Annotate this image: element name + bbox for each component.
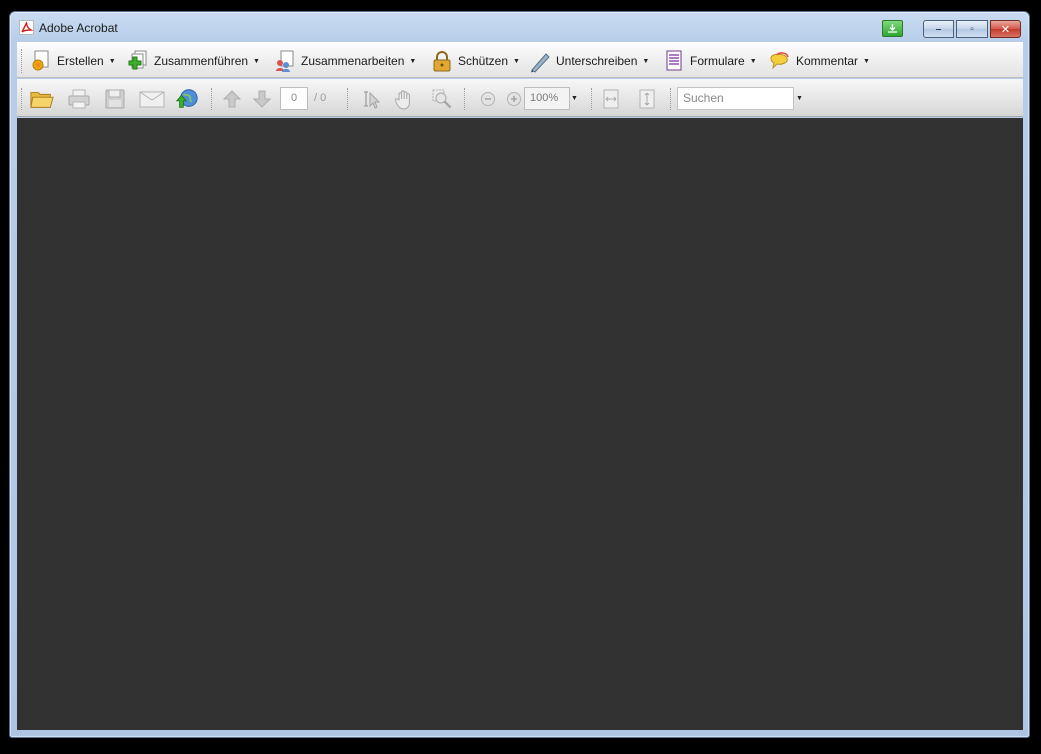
globe-upload-icon bbox=[175, 89, 198, 108]
chevron-down-icon: ▼ bbox=[642, 57, 650, 65]
zoom-marquee-icon bbox=[432, 89, 452, 109]
fit-width-button[interactable] bbox=[599, 88, 623, 110]
hand-icon bbox=[394, 90, 410, 110]
zoom-dropdown-chevron-icon[interactable]: ▼ bbox=[571, 95, 578, 102]
restore-button[interactable]: ▫ bbox=[956, 20, 988, 38]
save-button[interactable] bbox=[103, 88, 127, 110]
upload-share-button[interactable] bbox=[175, 88, 199, 110]
page-number-input[interactable]: 0 bbox=[280, 87, 308, 110]
document-pane[interactable] bbox=[17, 118, 1023, 730]
arrow-up-icon bbox=[222, 90, 242, 108]
toolbar-grip[interactable] bbox=[21, 88, 23, 110]
arrow-down-icon bbox=[252, 90, 272, 108]
toolbar-separator bbox=[670, 88, 672, 110]
menu-formulare[interactable]: Formulare ▼ bbox=[662, 48, 757, 74]
close-button[interactable]: ✕ bbox=[990, 20, 1021, 38]
select-tool-button[interactable] bbox=[359, 88, 383, 110]
marquee-zoom-button[interactable] bbox=[430, 88, 454, 110]
menu-zusammenfuehren[interactable]: Zusammenführen ▼ bbox=[126, 48, 260, 74]
menu-kommentar[interactable]: Kommentar ▼ bbox=[768, 48, 870, 74]
pen-sign-icon bbox=[528, 49, 552, 73]
lock-icon bbox=[430, 49, 454, 73]
acrobat-window: Adobe Acrobat – ▫ ✕ Erstellen ▼ Zusammen… bbox=[9, 11, 1030, 738]
menu-schuetzen-label: Schützen bbox=[458, 54, 509, 68]
open-file-button[interactable] bbox=[30, 88, 54, 110]
fit-width-icon bbox=[603, 89, 619, 109]
minimize-icon: – bbox=[935, 23, 942, 35]
toolbar-separator bbox=[591, 88, 593, 110]
fit-page-button[interactable] bbox=[635, 88, 659, 110]
sync-icon[interactable] bbox=[882, 20, 903, 37]
forms-icon bbox=[662, 49, 686, 73]
main-toolbar: 0 / 0 100% ▼ Suchen ▼ bbox=[17, 79, 1023, 117]
hand-tool-button[interactable] bbox=[392, 88, 416, 110]
title-bar[interactable]: Adobe Acrobat – ▫ ✕ bbox=[10, 12, 1029, 42]
search-input[interactable]: Suchen bbox=[677, 87, 794, 110]
text-select-cursor-icon bbox=[364, 91, 381, 109]
chevron-down-icon: ▼ bbox=[253, 57, 260, 65]
toolbar-separator bbox=[211, 88, 213, 110]
menu-unterschreiben-label: Unterschreiben bbox=[556, 54, 638, 68]
combine-files-icon bbox=[126, 49, 150, 73]
zoom-in-icon bbox=[507, 92, 521, 106]
toolbar-separator bbox=[464, 88, 466, 110]
chevron-down-icon: ▼ bbox=[108, 57, 116, 65]
menu-kommentar-label: Kommentar bbox=[796, 54, 859, 68]
zoom-in-button[interactable] bbox=[505, 88, 523, 110]
printer-icon bbox=[68, 89, 90, 109]
menubar-grip[interactable] bbox=[21, 49, 24, 73]
menu-erstellen-label: Erstellen bbox=[57, 54, 104, 68]
chevron-down-icon: ▼ bbox=[863, 57, 870, 65]
previous-page-button[interactable] bbox=[220, 88, 244, 110]
caption-buttons: – ▫ ✕ bbox=[923, 20, 1021, 38]
zoom-level-field[interactable]: 100% bbox=[524, 87, 570, 110]
zoom-out-button[interactable] bbox=[479, 88, 497, 110]
comment-bubble-icon bbox=[768, 49, 792, 73]
toolbar-separator bbox=[347, 88, 349, 110]
floppy-disk-icon bbox=[105, 89, 125, 109]
restore-icon: ▫ bbox=[970, 23, 974, 35]
acrobat-logo-icon bbox=[19, 20, 34, 35]
chevron-down-icon: ▼ bbox=[409, 57, 417, 65]
menu-zusammenarbeiten[interactable]: Zusammenarbeiten ▼ bbox=[273, 48, 416, 74]
menu-unterschreiben[interactable]: Unterschreiben ▼ bbox=[528, 48, 649, 74]
email-button[interactable] bbox=[138, 88, 166, 110]
fit-page-icon bbox=[639, 89, 655, 109]
print-button[interactable] bbox=[67, 88, 91, 110]
close-icon: ✕ bbox=[1000, 23, 1011, 36]
create-pdf-icon bbox=[29, 49, 53, 73]
menu-erstellen[interactable]: Erstellen ▼ bbox=[29, 48, 116, 74]
task-menubar: Erstellen ▼ Zusammenführen ▼ Zusammenarb… bbox=[17, 42, 1023, 78]
chevron-down-icon: ▼ bbox=[749, 57, 757, 65]
collaborate-icon bbox=[273, 49, 297, 73]
folder-open-icon bbox=[30, 92, 54, 108]
window-title: Adobe Acrobat bbox=[39, 21, 118, 35]
menu-formulare-label: Formulare bbox=[690, 54, 745, 68]
chevron-down-icon: ▼ bbox=[513, 57, 520, 65]
menu-zusammenarbeiten-label: Zusammenarbeiten bbox=[301, 54, 405, 68]
minimize-button[interactable]: – bbox=[923, 20, 954, 38]
next-page-button[interactable] bbox=[250, 88, 274, 110]
search-dropdown-chevron-icon[interactable]: ▼ bbox=[796, 95, 803, 102]
envelope-icon bbox=[139, 91, 165, 108]
zoom-out-icon bbox=[481, 92, 495, 106]
page-total-label: / 0 bbox=[314, 92, 327, 104]
menu-schuetzen[interactable]: Schützen ▼ bbox=[430, 48, 520, 74]
menu-zusammenfuehren-label: Zusammenführen bbox=[154, 54, 249, 68]
